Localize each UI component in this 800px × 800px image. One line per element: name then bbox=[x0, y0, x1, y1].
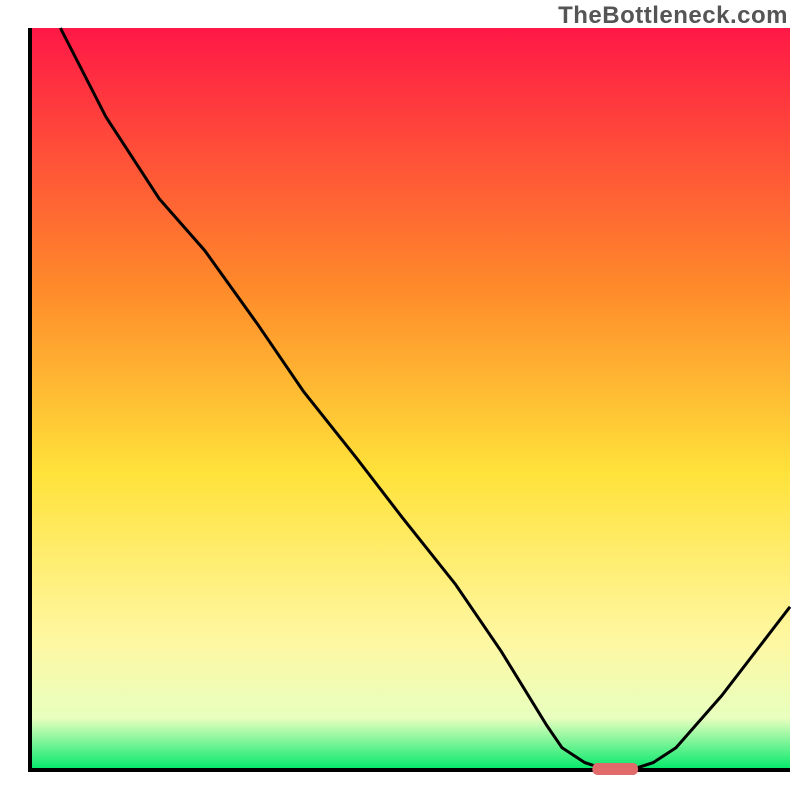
chart-svg bbox=[0, 0, 800, 800]
optimal-marker bbox=[592, 763, 638, 775]
watermark-text: TheBottleneck.com bbox=[558, 2, 788, 30]
plot-gradient bbox=[30, 28, 790, 770]
chart-container: { "watermark": "TheBottleneck.com", "col… bbox=[0, 0, 800, 800]
